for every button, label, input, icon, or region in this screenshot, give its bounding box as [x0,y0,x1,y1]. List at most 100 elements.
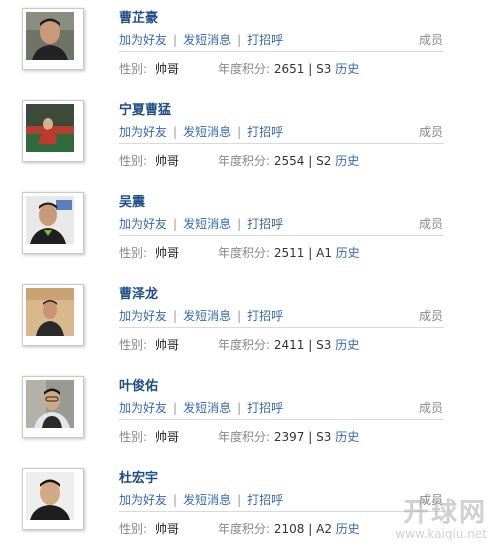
add-friend-link[interactable]: 加为好友 [119,125,167,139]
avatar[interactable] [22,8,84,70]
gender-label: 性别: [119,522,148,536]
level-value: A2 [316,522,332,536]
score-value: 2554 [273,154,305,168]
separator: | [308,430,313,444]
member-card: 吴震 加为好友 | 发短消息 | 打招呼 成员 性别: 帅哥 年度积分: 2511 | A… [0,184,489,276]
history-link[interactable]: 历史 [336,522,360,536]
score-value: 2397 [273,430,305,444]
member-meta: 性别: 帅哥 年度积分: 2411 | S3 历史 [119,336,359,353]
member-name[interactable]: 宁夏曹猛 [119,99,171,118]
send-message-link[interactable]: 发短消息 [183,217,231,231]
avatar-photo [26,196,74,244]
watermark-text: 开球网 [402,498,487,528]
avatar-photo [26,12,74,60]
greet-link[interactable]: 打招呼 [247,309,283,323]
divider [119,419,444,420]
gender-label: 性别: [119,154,148,168]
add-friend-link[interactable]: 加为好友 [119,33,167,47]
separator: | [173,493,178,507]
greet-link[interactable]: 打招呼 [247,401,283,415]
separator: | [173,309,178,323]
greet-link[interactable]: 打招呼 [247,493,283,507]
separator: | [237,309,242,323]
separator: | [237,217,242,231]
member-card: 宁夏曹猛 加为好友 | 发短消息 | 打招呼 成员 性别: 帅哥 年度积分: 2554 |… [0,92,489,184]
member-name[interactable]: 曹芷豪 [119,7,158,26]
history-link[interactable]: 历史 [335,62,359,76]
divider [119,51,444,52]
watermark-url: www.kaiqiu.net [395,527,487,541]
greet-link[interactable]: 打招呼 [247,33,283,47]
history-link[interactable]: 历史 [336,246,360,260]
avatar[interactable] [22,376,84,438]
member-actions: 加为好友 | 发短消息 | 打招呼 成员 [119,307,444,325]
level-value: S3 [316,62,332,76]
member-name[interactable]: 曹泽龙 [119,283,158,302]
gender-value: 帅哥 [155,338,180,352]
gender-value: 帅哥 [155,62,180,76]
send-message-link[interactable]: 发短消息 [183,493,231,507]
separator: | [308,338,313,352]
score-value: 2651 [273,62,305,76]
send-message-link[interactable]: 发短消息 [183,309,231,323]
score-label: 年度积分: [218,154,271,168]
score-value: 2108 [273,522,305,536]
gender-label: 性别: [119,62,148,76]
gender-label: 性别: [119,338,148,352]
send-message-link[interactable]: 发短消息 [183,125,231,139]
greet-link[interactable]: 打招呼 [247,125,283,139]
member-meta: 性别: 帅哥 年度积分: 2397 | S3 历史 [119,428,359,445]
role-label: 成员 [418,309,443,323]
level-value: S3 [316,338,332,352]
member-meta: 性别: 帅哥 年度积分: 2554 | S2 历史 [119,152,359,169]
score-label: 年度积分: [218,522,271,536]
score-label: 年度积分: [218,338,271,352]
history-link[interactable]: 历史 [335,430,359,444]
avatar[interactable] [22,192,84,254]
separator: | [173,125,178,139]
add-friend-link[interactable]: 加为好友 [119,493,167,507]
role-label: 成员 [418,125,443,139]
score-value: 2511 [273,246,305,260]
score-value: 2411 [273,338,305,352]
avatar[interactable] [22,284,84,346]
separator: | [173,33,178,47]
add-friend-link[interactable]: 加为好友 [119,309,167,323]
send-message-link[interactable]: 发短消息 [183,33,231,47]
separator: | [237,125,242,139]
member-actions: 加为好友 | 发短消息 | 打招呼 成员 [119,31,444,49]
member-name[interactable]: 吴震 [119,191,145,210]
separator: | [308,522,313,536]
role-label: 成员 [418,217,443,231]
member-name[interactable]: 杜宏宇 [119,467,158,486]
separator: | [308,154,313,168]
avatar[interactable] [22,468,84,530]
avatar-photo [26,288,74,336]
member-card: 曹芷豪 加为好友 | 发短消息 | 打招呼 成员 性别: 帅哥 年度积分: 2651 | … [0,0,489,92]
member-name[interactable]: 叶俊佑 [119,375,158,394]
avatar-photo [26,104,74,152]
member-actions: 加为好友 | 发短消息 | 打招呼 成员 [119,215,444,233]
separator: | [237,33,242,47]
send-message-link[interactable]: 发短消息 [183,401,231,415]
member-meta: 性别: 帅哥 年度积分: 2108 | A2 历史 [119,520,360,537]
level-value: A1 [316,246,332,260]
history-link[interactable]: 历史 [335,154,359,168]
level-value: S3 [316,430,332,444]
divider [119,327,444,328]
add-friend-link[interactable]: 加为好友 [119,217,167,231]
member-actions: 加为好友 | 发短消息 | 打招呼 成员 [119,123,444,141]
member-card: 曹泽龙 加为好友 | 发短消息 | 打招呼 成员 性别: 帅哥 年度积分: 2411 | … [0,276,489,368]
level-value: S2 [316,154,332,168]
role-label: 成员 [418,401,443,415]
gender-label: 性别: [119,430,148,444]
gender-value: 帅哥 [155,522,180,536]
gender-value: 帅哥 [155,154,180,168]
avatar[interactable] [22,100,84,162]
member-card: 叶俊佑 加为好友 | 发短消息 | 打招呼 成员 性别: 帅哥 年度积分: 2397 | … [0,368,489,460]
add-friend-link[interactable]: 加为好友 [119,401,167,415]
member-meta: 性别: 帅哥 年度积分: 2651 | S3 历史 [119,60,359,77]
separator: | [173,401,178,415]
greet-link[interactable]: 打招呼 [247,217,283,231]
history-link[interactable]: 历史 [335,338,359,352]
